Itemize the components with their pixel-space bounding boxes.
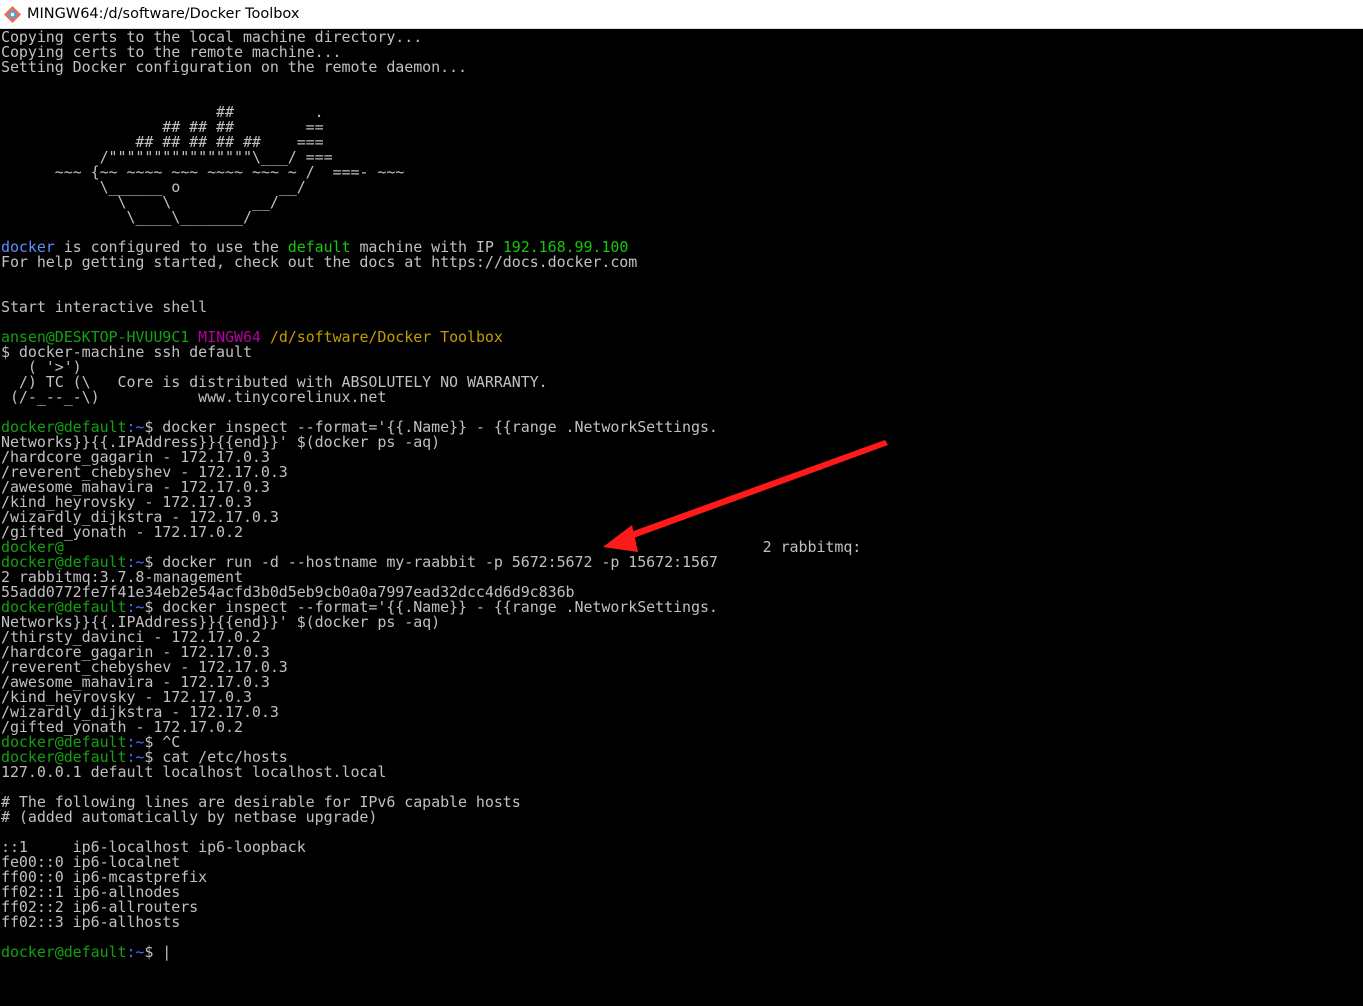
window-titlebar[interactable]: MINGW64:/d/software/Docker Toolbox [0,0,1363,29]
terminal-line: ff02::3 ip6-allhosts [1,915,180,930]
terminal-text: Setting Docker configuration on the remo… [1,58,467,76]
terminal-line: (/-_--_-\) www.tinycorelinux.net [1,390,386,405]
git-bash-icon [4,6,21,23]
terminal-text: docker@default [1,943,127,961]
terminal-line: docker@default:~$ | [1,945,171,960]
terminal-text: (/-_--_-\) www.tinycorelinux.net [1,388,387,406]
terminal-output[interactable]: Copying certs to the local machine direc… [0,29,1363,1006]
terminal-text: /d/software/Docker Toolbox [269,328,503,346]
terminal-text: For help getting started, check out the … [1,253,638,271]
window-title: MINGW64:/d/software/Docker Toolbox [27,6,300,22]
terminal-text: # (added automatically by netbase upgrad… [1,808,378,826]
terminal-text: ff02::3 ip6-allhosts [1,913,181,931]
terminal-line: Start interactive shell [1,300,207,315]
terminal-text: \____\_______/ [1,208,252,226]
terminal-text: Start interactive shell [1,298,208,316]
terminal-line: # (added automatically by netbase upgrad… [1,810,377,825]
terminal-text: $ [144,943,163,961]
text-cursor: | [162,943,172,961]
terminal-line: 127.0.0.1 default localhost localhost.lo… [1,765,386,780]
terminal-line: For help getting started, check out the … [1,255,637,270]
terminal-line: \____\_______/ [1,210,252,225]
terminal-text: :~ [126,943,145,961]
terminal-text: 127.0.0.1 default localhost localhost.lo… [1,763,387,781]
terminal-line: Setting Docker configuration on the remo… [1,60,467,75]
